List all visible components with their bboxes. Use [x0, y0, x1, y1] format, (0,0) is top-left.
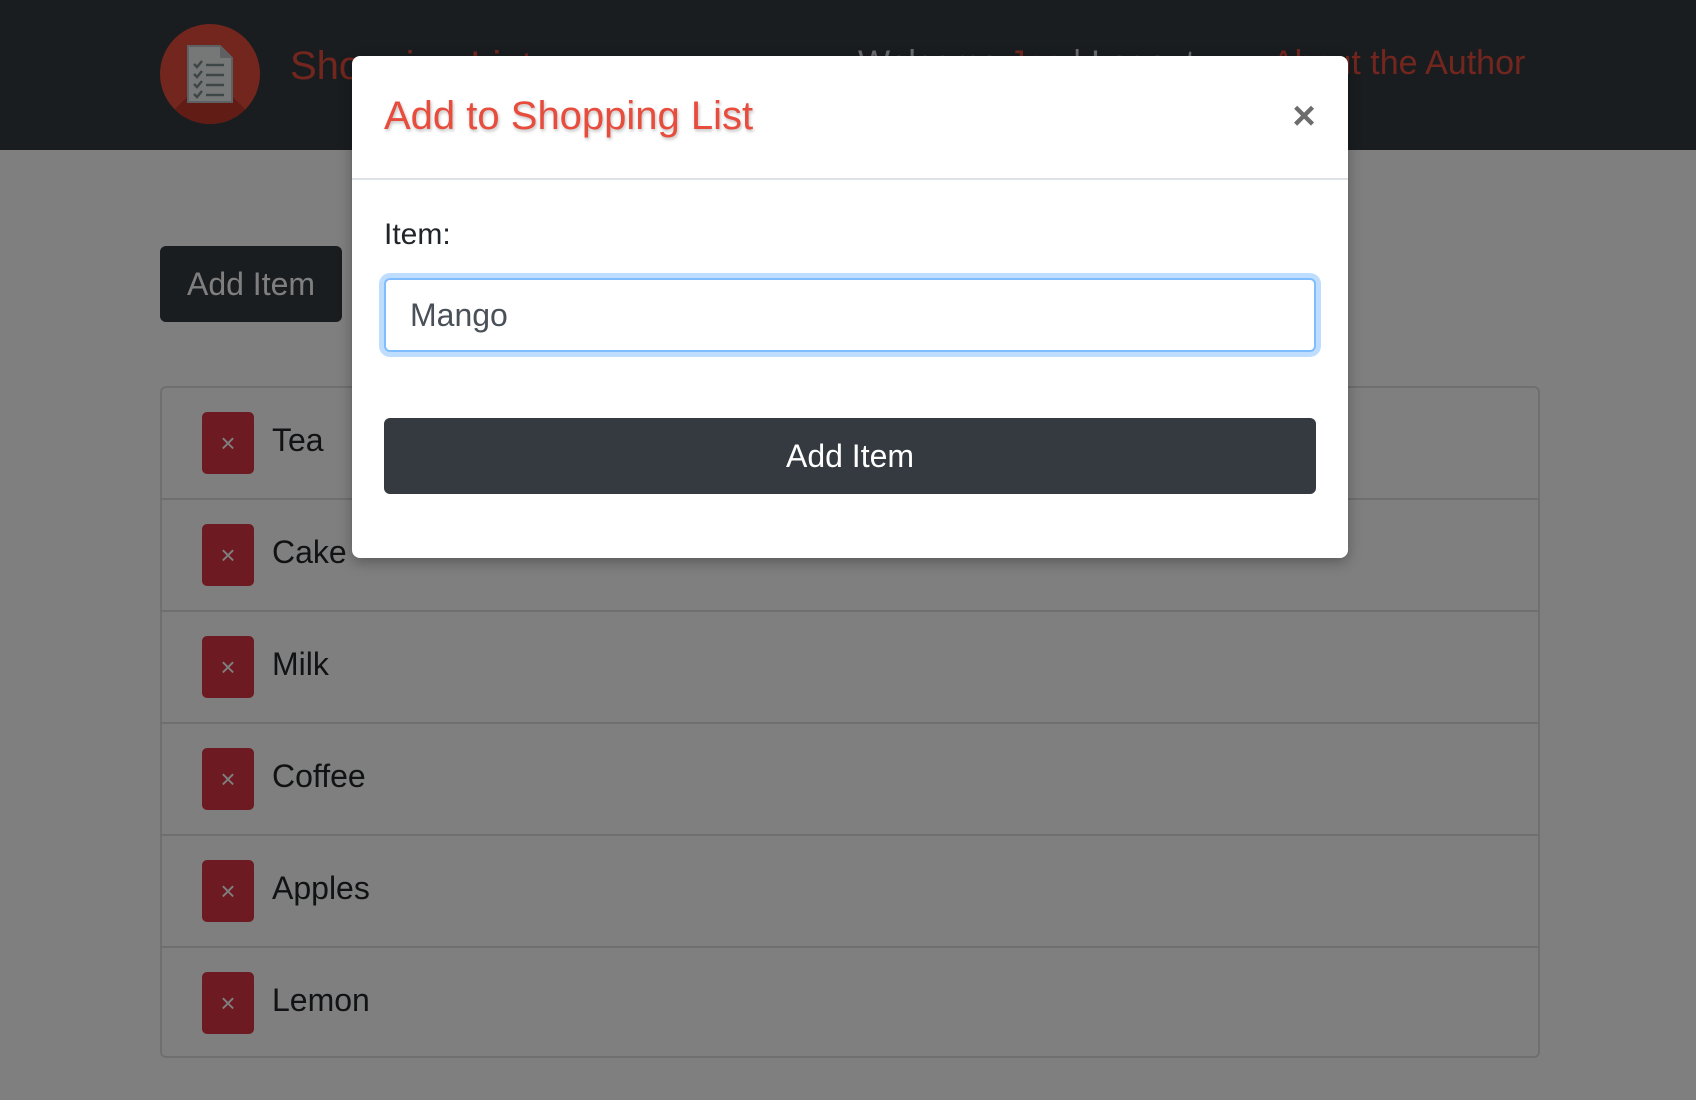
modal-close-button[interactable]: × — [1282, 94, 1326, 138]
modal-title: Add to Shopping List — [384, 94, 754, 138]
close-icon: × — [1292, 94, 1316, 138]
item-input[interactable] — [384, 278, 1316, 352]
submit-add-item-button[interactable]: Add Item — [384, 418, 1316, 494]
item-field-label: Item: — [384, 218, 451, 251]
modal-header: Add to Shopping List × — [352, 56, 1348, 180]
add-item-modal: Add to Shopping List × Item: Add Item — [352, 56, 1348, 558]
page: Shopping List Welcome Joe | Logout About… — [0, 0, 1696, 1100]
